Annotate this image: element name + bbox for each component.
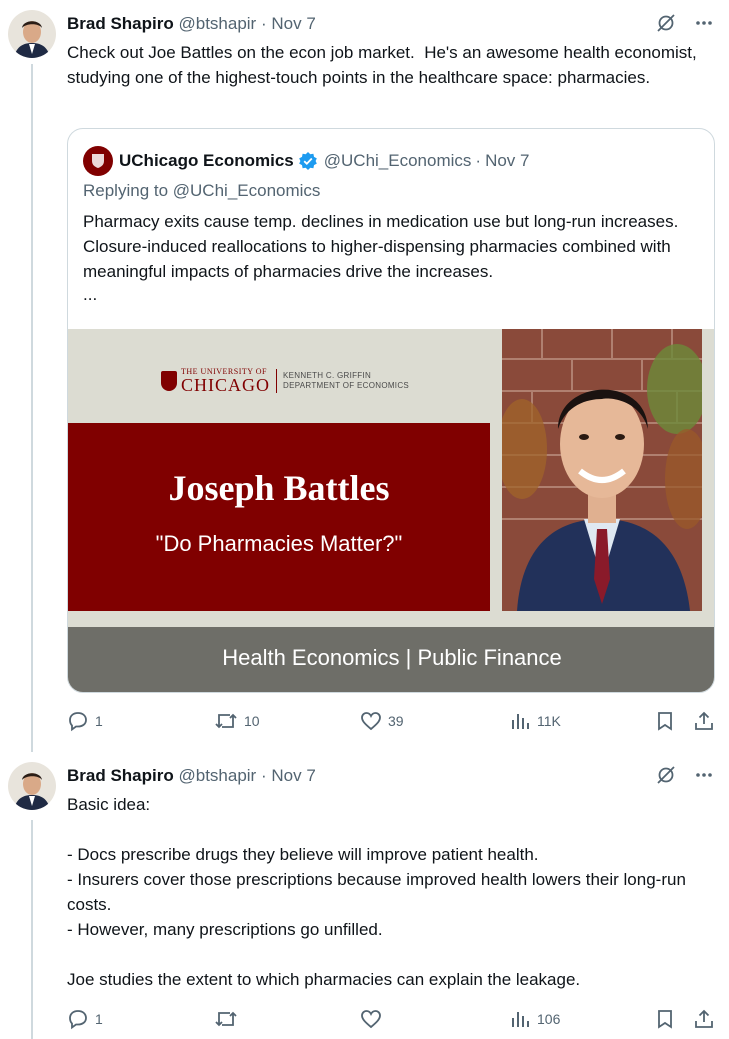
- logo-divider: [276, 368, 278, 393]
- media-card[interactable]: THE UNIVERSITY OF CHICAGO KENNETH C. GRI…: [68, 329, 714, 692]
- quote-header: UChicago Economics @UChi_Economics · Nov…: [83, 146, 530, 176]
- tweet-actions: 1 10 39 11K: [67, 710, 717, 734]
- tweet-text: Check out Joe Battles on the econ job ma…: [67, 43, 702, 87]
- grok-icon[interactable]: [655, 764, 677, 786]
- more-icon[interactable]: [693, 12, 715, 34]
- reply-button[interactable]: 1: [67, 1008, 103, 1030]
- retweet-button[interactable]: 10: [214, 710, 260, 732]
- tweet[interactable]: Brad Shapiro @btshapir · Nov 7 Check out…: [0, 0, 729, 750]
- bookmark-button[interactable]: [654, 1008, 676, 1030]
- portrait-photo: [502, 329, 702, 611]
- uchicago-avatar[interactable]: [83, 146, 113, 176]
- tweet-header: Brad Shapiro @btshapir · Nov 7: [67, 13, 316, 35]
- reply-icon: [69, 712, 87, 732]
- like-count: 39: [388, 713, 404, 729]
- quote-date[interactable]: Nov 7: [485, 150, 529, 172]
- reply-count: 1: [95, 713, 103, 729]
- tweet-actions: 1 106: [67, 1008, 717, 1032]
- views-button[interactable]: 11K: [509, 710, 561, 732]
- quoted-tweet[interactable]: UChicago Economics @UChi_Economics · Nov…: [67, 128, 715, 693]
- author-name[interactable]: Brad Shapiro: [67, 14, 174, 33]
- view-count: 106: [537, 1011, 561, 1027]
- like-button[interactable]: [360, 1008, 388, 1030]
- separator: ·: [260, 14, 267, 33]
- tweet-top-icons: [655, 12, 715, 34]
- card-subtitle: "Do Pharmacies Matter?": [155, 531, 403, 556]
- retweet-button[interactable]: [214, 1008, 244, 1030]
- dept-line-2: DEPARTMENT OF ECONOMICS: [283, 380, 410, 390]
- views-button[interactable]: 106: [509, 1008, 560, 1030]
- tweet-date[interactable]: Nov 7: [271, 766, 315, 785]
- avatar[interactable]: [8, 10, 56, 58]
- tweet-date[interactable]: Nov 7: [271, 14, 315, 33]
- author-name[interactable]: Brad Shapiro: [67, 766, 174, 785]
- replying-to[interactable]: Replying to @UChi_Economics: [83, 181, 320, 201]
- retweet-icon: [215, 1011, 237, 1027]
- quote-text: Pharmacy exits cause temp. declines in m…: [83, 212, 679, 281]
- grok-icon[interactable]: [655, 12, 677, 34]
- quote-ellipsis: ...: [83, 285, 98, 304]
- like-button[interactable]: 39: [360, 710, 404, 732]
- quote-author-name[interactable]: UChicago Economics: [119, 150, 294, 172]
- retweet-icon: [215, 713, 237, 729]
- avatar[interactable]: [8, 762, 56, 810]
- view-count: 11K: [537, 713, 561, 729]
- tweet[interactable]: Brad Shapiro @btshapir · Nov 7 Basic ide…: [0, 752, 729, 1039]
- dept-line-1: KENNETH C. GRIFFIN: [283, 370, 372, 380]
- uchicago-shield-icon: [161, 370, 177, 391]
- bookmark-icon: [658, 1010, 672, 1029]
- views-icon: [512, 1012, 529, 1027]
- like-icon: [361, 1010, 381, 1029]
- quote-author-handle[interactable]: @UChi_Economics: [324, 150, 472, 172]
- like-icon: [361, 712, 381, 731]
- author-handle[interactable]: @btshapir: [178, 766, 256, 785]
- views-icon: [512, 714, 529, 729]
- tweet-text: Basic idea: - Docs prescribe drugs they …: [67, 795, 686, 989]
- separator: ·: [260, 766, 267, 785]
- bookmark-button[interactable]: [654, 710, 676, 732]
- reply-icon: [69, 1010, 87, 1030]
- card-footer: Health Economics | Public Finance: [68, 627, 714, 692]
- share-button[interactable]: [693, 1008, 715, 1030]
- verified-icon: [298, 151, 318, 171]
- reply-count: 1: [95, 1011, 103, 1027]
- card-title: Joseph Battles: [168, 468, 390, 508]
- bookmark-icon: [658, 712, 672, 731]
- uchicago-logo: THE UNIVERSITY OF CHICAGO KENNETH C. GRI…: [161, 367, 409, 394]
- retweet-count: 10: [244, 713, 260, 729]
- separator: ·: [475, 151, 482, 170]
- tweet-header: Brad Shapiro @btshapir · Nov 7: [67, 765, 316, 787]
- share-button[interactable]: [693, 710, 715, 732]
- tweet-top-icons: [655, 764, 715, 786]
- share-icon: [695, 1009, 713, 1028]
- share-icon: [695, 711, 713, 730]
- university-big-text: CHICAGO: [181, 375, 271, 395]
- more-icon[interactable]: [693, 764, 715, 786]
- reply-button[interactable]: 1: [67, 710, 103, 732]
- title-panel: Joseph Battles "Do Pharmacies Matter?": [68, 423, 490, 611]
- author-handle[interactable]: @btshapir: [178, 14, 256, 33]
